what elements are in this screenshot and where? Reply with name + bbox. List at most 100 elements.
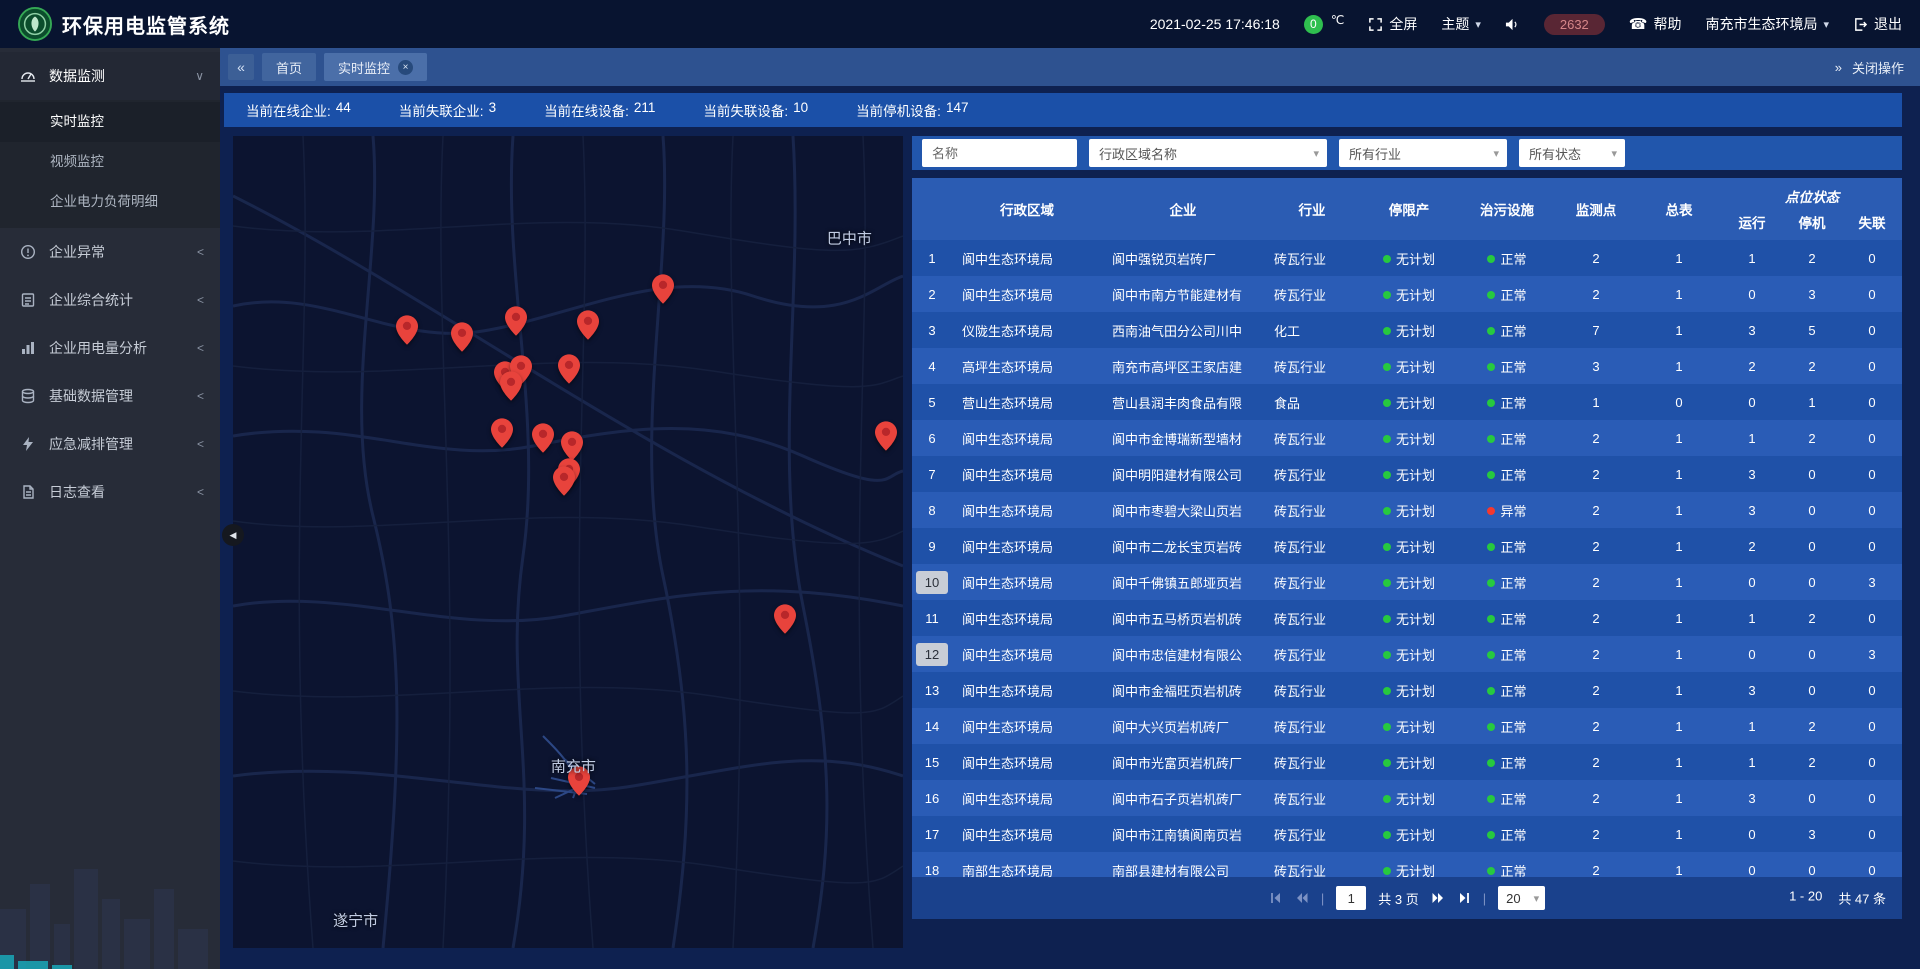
- table-row-12[interactable]: 12阆中生态环境局阆中市忠信建材有限公砖瓦行业无计划正常21003: [912, 636, 1902, 672]
- prev-page-button[interactable]: [1295, 891, 1309, 905]
- theme-dropdown[interactable]: 主题 ▾: [1441, 14, 1481, 34]
- map-pin-13[interactable]: [553, 466, 575, 501]
- table-row-6[interactable]: 6阆中生态环境局阆中市金博瑞新型墙材砖瓦行业无计划正常21120: [912, 420, 1902, 456]
- cell-region: 阆中生态环境局: [952, 609, 1102, 628]
- table-row-16[interactable]: 16阆中生态环境局阆中市石子页岩机砖厂砖瓦行业无计划正常21300: [912, 780, 1902, 816]
- table-row-2[interactable]: 2阆中生态环境局阆中市南方节能建材有砖瓦行业无计划正常21030: [912, 276, 1902, 312]
- cell-offline: 0: [1842, 359, 1902, 374]
- sidebar-item-label: 日志查看: [49, 482, 197, 502]
- industry-filter-select[interactable]: 所有行业 ▾: [1339, 139, 1507, 167]
- map-collapse-handle[interactable]: ◀: [222, 524, 244, 546]
- cell-company: 阆中市光富页岩机砖厂: [1102, 753, 1264, 772]
- table-row-17[interactable]: 17阆中生态环境局阆中市江南镇阆南页岩砖瓦行业无计划正常21030: [912, 816, 1902, 852]
- cell-facility-status: 异常: [1458, 501, 1556, 520]
- cell-stopped: 0: [1782, 647, 1842, 662]
- last-page-button[interactable]: [1457, 891, 1471, 905]
- cell-facility-status: 正常: [1458, 465, 1556, 484]
- map[interactable]: 巴中市南充市遂宁市 ◀: [233, 136, 903, 948]
- page-number-box[interactable]: 1: [1336, 886, 1366, 910]
- sidebar-item-4[interactable]: 基础数据管理<: [0, 372, 220, 420]
- cell-meters: 1: [1636, 827, 1722, 842]
- status-filter-select[interactable]: 所有状态 ▾: [1519, 139, 1625, 167]
- sidebar-item-3[interactable]: 企业用电量分析<: [0, 324, 220, 372]
- cell-industry: 砖瓦行业: [1264, 861, 1360, 878]
- map-pin-0[interactable]: [396, 315, 418, 350]
- status-dot: [1383, 687, 1391, 695]
- map-pin-1[interactable]: [451, 322, 473, 357]
- status-dot: [1487, 327, 1495, 335]
- table-row-15[interactable]: 15阆中生态环境局阆中市光富页岩机砖厂砖瓦行业无计划正常21120: [912, 744, 1902, 780]
- cell-meters: 1: [1636, 251, 1722, 266]
- cell-limit-status: 无计划: [1360, 465, 1458, 484]
- table-row-7[interactable]: 7阆中生态环境局阆中明阳建材有限公司砖瓦行业无计划正常21300: [912, 456, 1902, 492]
- map-pin-4[interactable]: [652, 274, 674, 309]
- map-pin-14[interactable]: [875, 421, 897, 456]
- map-pin-2[interactable]: [505, 306, 527, 341]
- cell-offline: 0: [1842, 431, 1902, 446]
- map-pin-15[interactable]: [774, 604, 796, 639]
- org-name: 南充市生态环境局: [1705, 14, 1817, 34]
- page-size-select[interactable]: 20 ▾: [1498, 886, 1545, 910]
- table-row-5[interactable]: 5营山生态环境局营山县润丰肉食品有限食品无计划正常10010: [912, 384, 1902, 420]
- cell-row-number: 4: [912, 359, 952, 374]
- cell-running: 1: [1722, 431, 1782, 446]
- sidebar-item-5[interactable]: 应急减排管理<: [0, 420, 220, 468]
- chevron-down-icon: ▾: [1611, 147, 1617, 160]
- close-operations-button[interactable]: » 关闭操作: [1835, 58, 1904, 77]
- region-filter-select[interactable]: 行政区域名称 ▾: [1089, 139, 1327, 167]
- col-header-points: 监测点: [1556, 199, 1636, 219]
- temperature-unit: ℃: [1331, 13, 1344, 27]
- table-row-14[interactable]: 14阆中生态环境局阆中大兴页岩机砖厂砖瓦行业无计划正常21120: [912, 708, 1902, 744]
- map-pin-10[interactable]: [532, 423, 554, 458]
- cell-facility-status: 正常: [1458, 249, 1556, 268]
- sidebar-item-6[interactable]: 日志查看<: [0, 468, 220, 516]
- table-row-11[interactable]: 11阆中生态环境局阆中市五马桥页岩机砖砖瓦行业无计划正常21120: [912, 600, 1902, 636]
- stat-item-4: 当前停机设备:147: [856, 100, 968, 120]
- first-page-button[interactable]: [1269, 891, 1283, 905]
- table-row-9[interactable]: 9阆中生态环境局阆中市二龙长宝页岩砖砖瓦行业无计划正常21200: [912, 528, 1902, 564]
- logout-button[interactable]: 退出: [1853, 14, 1902, 34]
- cell-meters: 1: [1636, 755, 1722, 770]
- cell-running: 0: [1722, 575, 1782, 590]
- sidebar-subitem-0-1[interactable]: 视频监控: [0, 142, 220, 182]
- table-row-13[interactable]: 13阆中生态环境局阆中市金福旺页岩机砖砖瓦行业无计划正常21300: [912, 672, 1902, 708]
- cell-meters: 1: [1636, 467, 1722, 482]
- sidebar-item-0[interactable]: 数据监测∨: [0, 52, 220, 100]
- status-dot: [1383, 543, 1391, 551]
- status-dot: [1487, 435, 1495, 443]
- col-header-running: 运行: [1722, 212, 1782, 232]
- fullscreen-button[interactable]: 全屏: [1368, 14, 1417, 34]
- cell-running: 1: [1722, 755, 1782, 770]
- cell-region: 阆中生态环境局: [952, 573, 1102, 592]
- tab-close-icon[interactable]: ×: [398, 60, 413, 75]
- next-page-button[interactable]: [1431, 891, 1445, 905]
- map-pin-8[interactable]: [558, 354, 580, 389]
- org-dropdown[interactable]: 南充市生态环境局 ▾: [1705, 14, 1829, 34]
- table-row-4[interactable]: 4高坪生态环境局南充市高坪区王家店建砖瓦行业无计划正常31220: [912, 348, 1902, 384]
- speaker-icon[interactable]: [1505, 17, 1520, 32]
- table-row-3[interactable]: 3仪陇生态环境局西南油气田分公司川中化工无计划正常71350: [912, 312, 1902, 348]
- map-pin-3[interactable]: [577, 310, 599, 345]
- map-pin-7[interactable]: [500, 371, 522, 406]
- name-filter-input[interactable]: [922, 139, 1077, 167]
- sidebar-item-1[interactable]: 企业异常<: [0, 228, 220, 276]
- help-button[interactable]: ☎ 帮助: [1629, 14, 1682, 34]
- cell-industry: 食品: [1264, 393, 1360, 412]
- table-row-18[interactable]: 18南部生态环境局南部县建材有限公司砖瓦行业无计划正常21000: [912, 852, 1902, 877]
- sidebar-subitem-0-0[interactable]: 实时监控: [0, 102, 220, 142]
- table-row-1[interactable]: 1阆中生态环境局阆中强锐页岩砖厂砖瓦行业无计划正常21120: [912, 240, 1902, 276]
- tab-1[interactable]: 实时监控×: [324, 53, 427, 81]
- stat-label: 当前失联设备:: [703, 100, 788, 120]
- notice-count-badge[interactable]: 2632: [1544, 14, 1605, 35]
- skyline-decoration: [0, 829, 220, 969]
- col-header-offline: 失联: [1842, 212, 1902, 232]
- tab-0[interactable]: 首页: [262, 53, 316, 81]
- tabs-scroll-left-button[interactable]: «: [228, 54, 254, 80]
- map-pin-9[interactable]: [491, 418, 513, 453]
- row-number-highlight: 10: [916, 571, 948, 594]
- sidebar-subitem-0-2[interactable]: 企业电力负荷明细: [0, 182, 220, 222]
- table-row-8[interactable]: 8阆中生态环境局阆中市枣碧大梁山页岩砖瓦行业无计划异常21300: [912, 492, 1902, 528]
- table-row-10[interactable]: 10阆中生态环境局阆中千佛镇五郎垭页岩砖瓦行业无计划正常21003: [912, 564, 1902, 600]
- sidebar-item-2[interactable]: 企业综合统计<: [0, 276, 220, 324]
- cell-points: 2: [1556, 755, 1636, 770]
